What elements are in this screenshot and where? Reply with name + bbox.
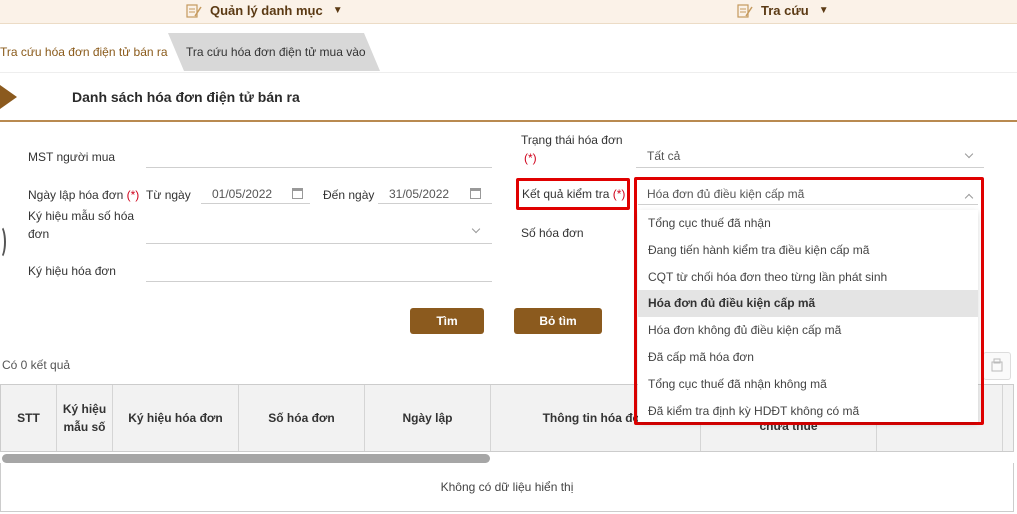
template-symbol-select[interactable]	[146, 222, 492, 244]
from-date-label: Từ ngày	[146, 188, 191, 202]
dropdown-option-selected[interactable]: Hóa đơn đủ điều kiện cấp mã	[638, 290, 978, 318]
dropdown-option[interactable]: Đã kiểm tra định kỳ HDĐT không có mã	[638, 398, 978, 422]
menu-lookup-label: Tra cứu	[761, 3, 809, 18]
dropdown-option[interactable]: Tổng cục thuế đã nhận	[638, 210, 978, 237]
status-value: Tất cả	[647, 149, 681, 163]
check-result-options: Tổng cục thuế đã nhận Đang tiến hành kiể…	[638, 210, 978, 422]
buyer-tax-label: MST người mua	[28, 150, 116, 164]
caret-down-icon: ▼	[332, 5, 343, 16]
search-button[interactable]: Tìm kiếm	[410, 308, 484, 354]
status-required-mark: (*)	[524, 151, 537, 165]
dropdown-option[interactable]: Đã cấp mã hóa đơn	[638, 344, 978, 371]
result-count: Có 0 kết quả	[2, 358, 71, 372]
dropdown-option[interactable]: Hóa đơn không đủ điều kiện cấp mã	[638, 317, 978, 344]
invoice-date-label: Ngày lập hóa đơn (*)	[28, 186, 139, 204]
tab-purchase-invoices[interactable]: Tra cứu hóa đơn điện tử mua vào	[168, 33, 380, 71]
edit-document-icon	[186, 3, 202, 18]
print-icon	[991, 358, 1003, 372]
dropdown-option[interactable]: Đang tiến hành kiểm tra điều kiện cấp mã	[638, 237, 978, 264]
section-marker-icon	[0, 85, 17, 109]
column-header-number[interactable]: Số hóa đơn	[239, 385, 365, 451]
edit-document-icon	[737, 3, 753, 18]
empty-state: Không có dữ liệu hiển thị	[0, 463, 1014, 512]
required-mark: (*)	[612, 187, 626, 201]
clear-search-button[interactable]: Bỏ tìm kiếm	[514, 308, 602, 354]
top-menu-bar: Quản lý danh mục ▼ Tra cứu ▼	[0, 0, 1017, 24]
left-edge-arc-icon	[0, 225, 6, 259]
status-label: Trạng thái hóa đơn	[521, 133, 623, 147]
page-title: Danh sách hóa đơn điện tử bán ra	[72, 89, 300, 105]
template-symbol-label: Ký hiệu mẫu số hóa đơn	[28, 209, 135, 241]
from-date-value: 01/05/2022	[212, 187, 273, 201]
column-header-symbol[interactable]: Ký hiệu hóa đơn	[113, 385, 239, 451]
to-date-value: 31/05/2022	[389, 187, 450, 201]
tab-sales-label: Tra cứu hóa đơn điện tử bán ra	[0, 45, 168, 59]
menu-manage-categories[interactable]: Quản lý danh mục ▼	[186, 3, 343, 18]
tab-sales-invoices[interactable]: Tra cứu hóa đơn điện tử bán ra	[0, 33, 170, 71]
menu-lookup[interactable]: Tra cứu ▼	[737, 3, 829, 18]
tab-purchase-label: Tra cứu hóa đơn điện tử mua vào	[186, 45, 366, 59]
status-select[interactable]	[636, 146, 984, 168]
invoice-number-label: Số hóa đơn	[521, 226, 584, 240]
check-result-label: Kết quả kiểm tra (*)	[522, 185, 625, 203]
caret-down-icon: ▼	[818, 5, 829, 16]
export-button[interactable]	[983, 352, 1011, 380]
to-date-label: Đến ngày	[323, 188, 375, 202]
calendar-icon[interactable]	[292, 188, 303, 199]
column-header-date[interactable]: Ngày lập	[365, 385, 491, 451]
invoice-symbol-label: Ký hiệu hóa đơn	[28, 264, 116, 278]
buyer-tax-input[interactable]	[146, 146, 492, 168]
dropdown-option[interactable]: CQT từ chối hóa đơn theo từng lần phát s…	[638, 264, 978, 291]
section-header: Danh sách hóa đơn điện tử bán ra	[0, 72, 1017, 122]
column-header-stt[interactable]: STT	[1, 385, 57, 451]
column-header-template[interactable]: Ký hiệu mẫu số	[57, 385, 113, 451]
check-result-value: Hóa đơn đủ điều kiện cấp mã	[647, 187, 805, 201]
check-result-text: Kết quả kiểm tra	[522, 187, 610, 201]
dropdown-option[interactable]: Tổng cục thuế đã nhận không mã	[638, 371, 978, 398]
tab-bar: Tra cứu hóa đơn điện tử bán ra Tra cứu h…	[0, 33, 1017, 71]
invoice-symbol-input[interactable]	[146, 260, 492, 282]
calendar-icon[interactable]	[470, 188, 481, 199]
horizontal-scrollbar[interactable]	[2, 454, 490, 463]
required-mark: (*)	[126, 188, 140, 202]
empty-state-text: Không có dữ liệu hiển thị	[440, 480, 574, 494]
invoice-date-text: Ngày lập hóa đơn	[28, 188, 124, 202]
menu-manage-label: Quản lý danh mục	[210, 3, 323, 18]
